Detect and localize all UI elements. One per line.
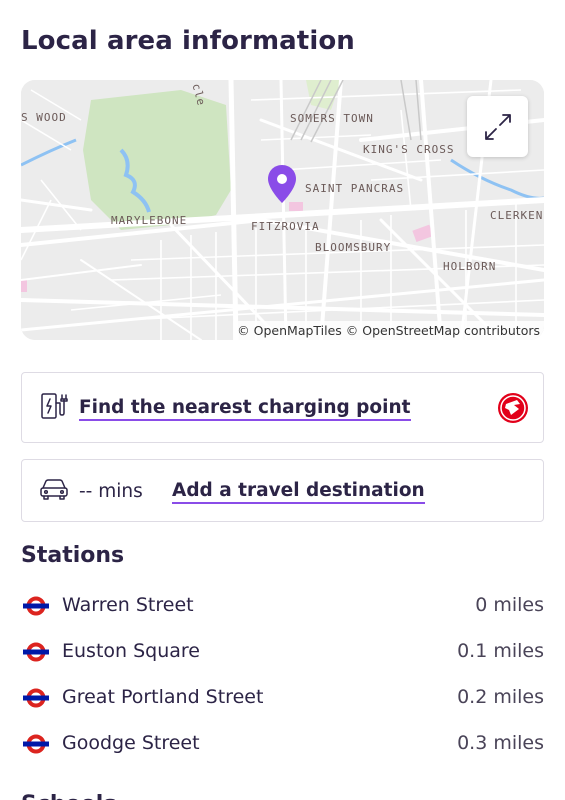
map-tiles xyxy=(21,80,544,340)
station-name: Great Portland Street xyxy=(62,686,264,708)
station-distance: 0.3 miles xyxy=(457,732,544,754)
map-label-wood: S WOOD xyxy=(21,111,67,124)
schools-heading: Schools xyxy=(21,792,116,800)
station-distance: 0.1 miles xyxy=(457,640,544,662)
travel-time: -- mins xyxy=(79,481,143,502)
station-item: Great Portland Street 0.2 miles xyxy=(21,683,544,713)
station-name: Warren Street xyxy=(62,594,194,616)
stations-heading: Stations xyxy=(21,543,125,568)
map-label-somers-town: SOMERS TOWN xyxy=(290,112,374,125)
expand-arrows-icon xyxy=(484,113,511,140)
travel-destination-card[interactable]: -- mins Add a travel destination xyxy=(21,459,544,522)
map-attribution[interactable]: © OpenMapTiles © OpenStreetMap contribut… xyxy=(233,321,544,340)
map-label-marylebone: MARYLEBONE xyxy=(111,214,188,227)
map[interactable]: S WOOD cle SOMERS TOWN KING'S CROSS SAIN… xyxy=(21,80,544,340)
underground-roundel-icon xyxy=(23,734,49,758)
map-label-kings-cross: KING'S CROSS xyxy=(363,143,455,156)
underground-roundel-icon xyxy=(23,688,49,712)
underground-roundel-icon xyxy=(23,596,49,620)
underground-roundel-icon xyxy=(23,642,49,666)
map-label-holborn: HOLBORN xyxy=(443,260,497,273)
page-title: Local area information xyxy=(21,26,355,56)
station-item: Warren Street 0 miles xyxy=(21,591,544,621)
station-item: Goodge Street 0.3 miles xyxy=(21,729,544,759)
map-label-bloomsbury: BLOOMSBURY xyxy=(315,241,392,254)
station-name: Goodge Street xyxy=(62,732,200,754)
station-distance: 0 miles xyxy=(475,594,544,616)
map-label-saint-pancras: SAINT PANCRAS xyxy=(305,182,405,195)
map-label-clerken: CLERKEN xyxy=(490,209,544,222)
vauxhall-griffin-logo xyxy=(497,392,529,428)
car-icon xyxy=(39,477,69,505)
map-label-fitzrovia: FITZROVIA xyxy=(251,220,320,233)
ev-charger-icon xyxy=(39,391,69,425)
add-travel-destination-link[interactable]: Add a travel destination xyxy=(172,480,425,504)
map-expand-button[interactable] xyxy=(467,96,528,157)
station-name: Euston Square xyxy=(62,640,200,662)
station-distance: 0.2 miles xyxy=(457,686,544,708)
charging-point-card[interactable]: Find the nearest charging point xyxy=(21,372,544,443)
find-charging-point-link[interactable]: Find the nearest charging point xyxy=(79,397,411,421)
location-pin-icon xyxy=(267,164,297,208)
station-item: Euston Square 0.1 miles xyxy=(21,637,544,667)
